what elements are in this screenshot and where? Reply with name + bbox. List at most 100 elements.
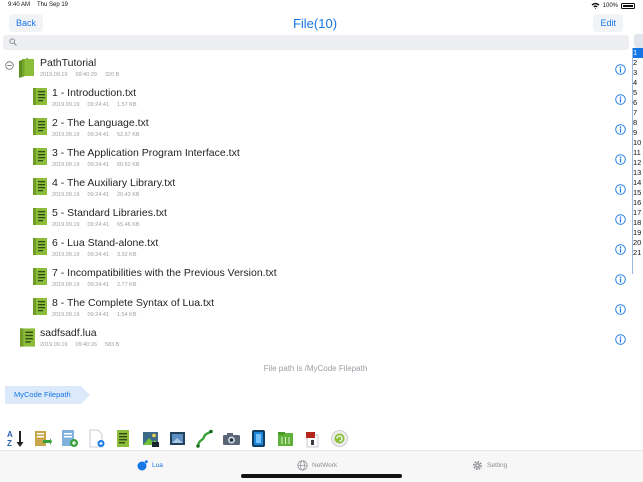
- battery-percent: 100%: [602, 2, 618, 9]
- index-number[interactable]: 8: [633, 118, 643, 128]
- index-number[interactable]: 20: [633, 238, 643, 248]
- edit-button[interactable]: Edit: [593, 14, 623, 32]
- info-icon[interactable]: [615, 332, 626, 350]
- file-size: 3.32 KB: [116, 252, 137, 258]
- search-icon: [9, 38, 17, 46]
- folder-row[interactable]: PathTutorial 2019.09.19 09:40:29 320 B: [0, 55, 631, 85]
- file-meta: 2019.09.19 09:24:41 20.43 KB: [52, 192, 148, 198]
- file-size: 1.57 KB: [116, 102, 137, 108]
- info-icon[interactable]: [615, 62, 626, 80]
- index-number[interactable]: 18: [633, 218, 643, 228]
- file-size: 60.52 KB: [116, 162, 140, 168]
- index-number[interactable]: 19: [633, 228, 643, 238]
- file-date: 2019.09.19: [40, 72, 68, 78]
- grid-folder-icon[interactable]: [276, 429, 295, 448]
- file-name: 5 - Standard Libraries.txt: [52, 207, 167, 219]
- index-handle[interactable]: [634, 34, 643, 48]
- home-indicator[interactable]: [241, 474, 402, 478]
- globe-icon: [297, 460, 308, 471]
- index-number[interactable]: 13: [633, 168, 643, 178]
- info-icon[interactable]: [615, 272, 626, 290]
- image-frame-icon[interactable]: [168, 429, 187, 448]
- wifi-icon: [591, 2, 600, 9]
- folder-icon: [19, 58, 34, 83]
- index-number[interactable]: 15: [633, 188, 643, 198]
- file-row[interactable]: 2 - The Language.txt 2019.09.19 09:24:41 52…: [0, 115, 631, 145]
- info-icon[interactable]: [615, 152, 626, 170]
- file-row[interactable]: 6 - Lua Stand-alone.txt 2019.09.19 09:24:4…: [0, 235, 631, 265]
- index-number[interactable]: 2: [633, 58, 643, 68]
- file-meta: 2019.09.19 09:24:41 52.67 KB: [52, 132, 148, 138]
- index-number[interactable]: 3: [633, 68, 643, 78]
- file-row[interactable]: 1 - Introduction.txt 2019.09.19 09:24:41 1.…: [0, 85, 631, 115]
- file-date: 2019.09.19: [52, 132, 80, 138]
- index-number[interactable]: 17: [633, 208, 643, 218]
- file-date: 2019.09.19: [52, 282, 80, 288]
- file-row[interactable]: sadfsadf.lua 2019.09.19 09:40:26 583 B: [0, 325, 631, 355]
- index-number[interactable]: 12: [633, 158, 643, 168]
- index-number[interactable]: 11: [633, 148, 643, 158]
- index-number[interactable]: 6: [633, 98, 643, 108]
- file-row[interactable]: 5 - Standard Libraries.txt 2019.09.19 09:2…: [0, 205, 631, 235]
- file-row[interactable]: 8 - The Complete Syntax of Lua.txt 2019.0…: [0, 295, 631, 325]
- breadcrumb[interactable]: MyCode Filepath: [5, 386, 90, 404]
- info-icon[interactable]: [615, 212, 626, 230]
- page-title: File(10): [292, 16, 338, 31]
- file-size: 320 B: [104, 72, 120, 78]
- tab-lua[interactable]: Lua: [137, 460, 163, 471]
- file-size: 1.54 KB: [116, 312, 137, 318]
- section-index[interactable]: 1 2 3 4 5 6 7 8 9 10 11 12 13 14 15 16 17 18 19 20 21: [631, 34, 643, 274]
- tab-network[interactable]: NetWork: [297, 460, 337, 471]
- index-number[interactable]: 9: [633, 128, 643, 138]
- index-number[interactable]: 21: [633, 248, 643, 258]
- status-time: 9:40 AM: [8, 2, 31, 8]
- archive-icon[interactable]: [303, 429, 322, 448]
- index-number[interactable]: 5: [633, 88, 643, 98]
- index-number[interactable]: 4: [633, 78, 643, 88]
- sort-az-icon[interactable]: AZ: [6, 429, 25, 448]
- index-number[interactable]: 16: [633, 198, 643, 208]
- info-icon[interactable]: [615, 242, 626, 260]
- file-date: 2019.09.19: [52, 102, 80, 108]
- tab-setting[interactable]: Setting: [472, 460, 507, 471]
- file-time: 09:40:26: [75, 342, 97, 348]
- file-row[interactable]: 4 - The Auxiliary Library.txt 2019.09.19 0…: [0, 175, 631, 205]
- file-meta: 2019.09.19 09:24:41 3.32 KB: [52, 252, 145, 258]
- file-path-note: File path is /MyCode Filepath: [263, 364, 368, 373]
- search-input[interactable]: [3, 35, 629, 50]
- file-row[interactable]: 3 - The Application Program Interface.tx…: [0, 145, 631, 175]
- file-date: 2019.09.19: [52, 222, 80, 228]
- text-file-icon: [33, 118, 47, 140]
- camera-icon[interactable]: [222, 429, 241, 448]
- collapse-icon[interactable]: [5, 61, 14, 70]
- film-icon[interactable]: [249, 429, 268, 448]
- path-icon[interactable]: [195, 429, 214, 448]
- info-icon[interactable]: [615, 302, 626, 320]
- status-date: Thu Sep 19: [37, 2, 69, 8]
- file-time: 09:24:41: [87, 192, 109, 198]
- index-number[interactable]: 7: [633, 108, 643, 118]
- info-icon[interactable]: [615, 92, 626, 110]
- file-size: 2.77 KB: [116, 282, 137, 288]
- tab-lua-label: Lua: [152, 462, 163, 469]
- recycle-icon[interactable]: [330, 429, 349, 448]
- file-size: 52.67 KB: [116, 132, 140, 138]
- file-row[interactable]: 7 - Incompatibilities with the Previous …: [0, 265, 631, 295]
- file-time: 09:24:41: [87, 102, 109, 108]
- image-icon[interactable]: [141, 429, 160, 448]
- file-time: 09:24:41: [87, 222, 109, 228]
- status-right: 100%: [591, 2, 635, 9]
- file-size: 20.43 KB: [116, 192, 140, 198]
- document-icon[interactable]: [114, 429, 133, 448]
- index-number[interactable]: 1: [633, 48, 643, 58]
- move-file-icon[interactable]: [33, 429, 52, 448]
- new-file-icon[interactable]: [87, 429, 106, 448]
- svg-text:A: A: [7, 430, 13, 439]
- add-file-icon[interactable]: [60, 429, 79, 448]
- index-number[interactable]: 10: [633, 138, 643, 148]
- svg-text:Z: Z: [7, 439, 12, 448]
- gear-icon: [473, 461, 482, 470]
- info-icon[interactable]: [615, 182, 626, 200]
- index-number[interactable]: 14: [633, 178, 643, 188]
- info-icon[interactable]: [615, 122, 626, 140]
